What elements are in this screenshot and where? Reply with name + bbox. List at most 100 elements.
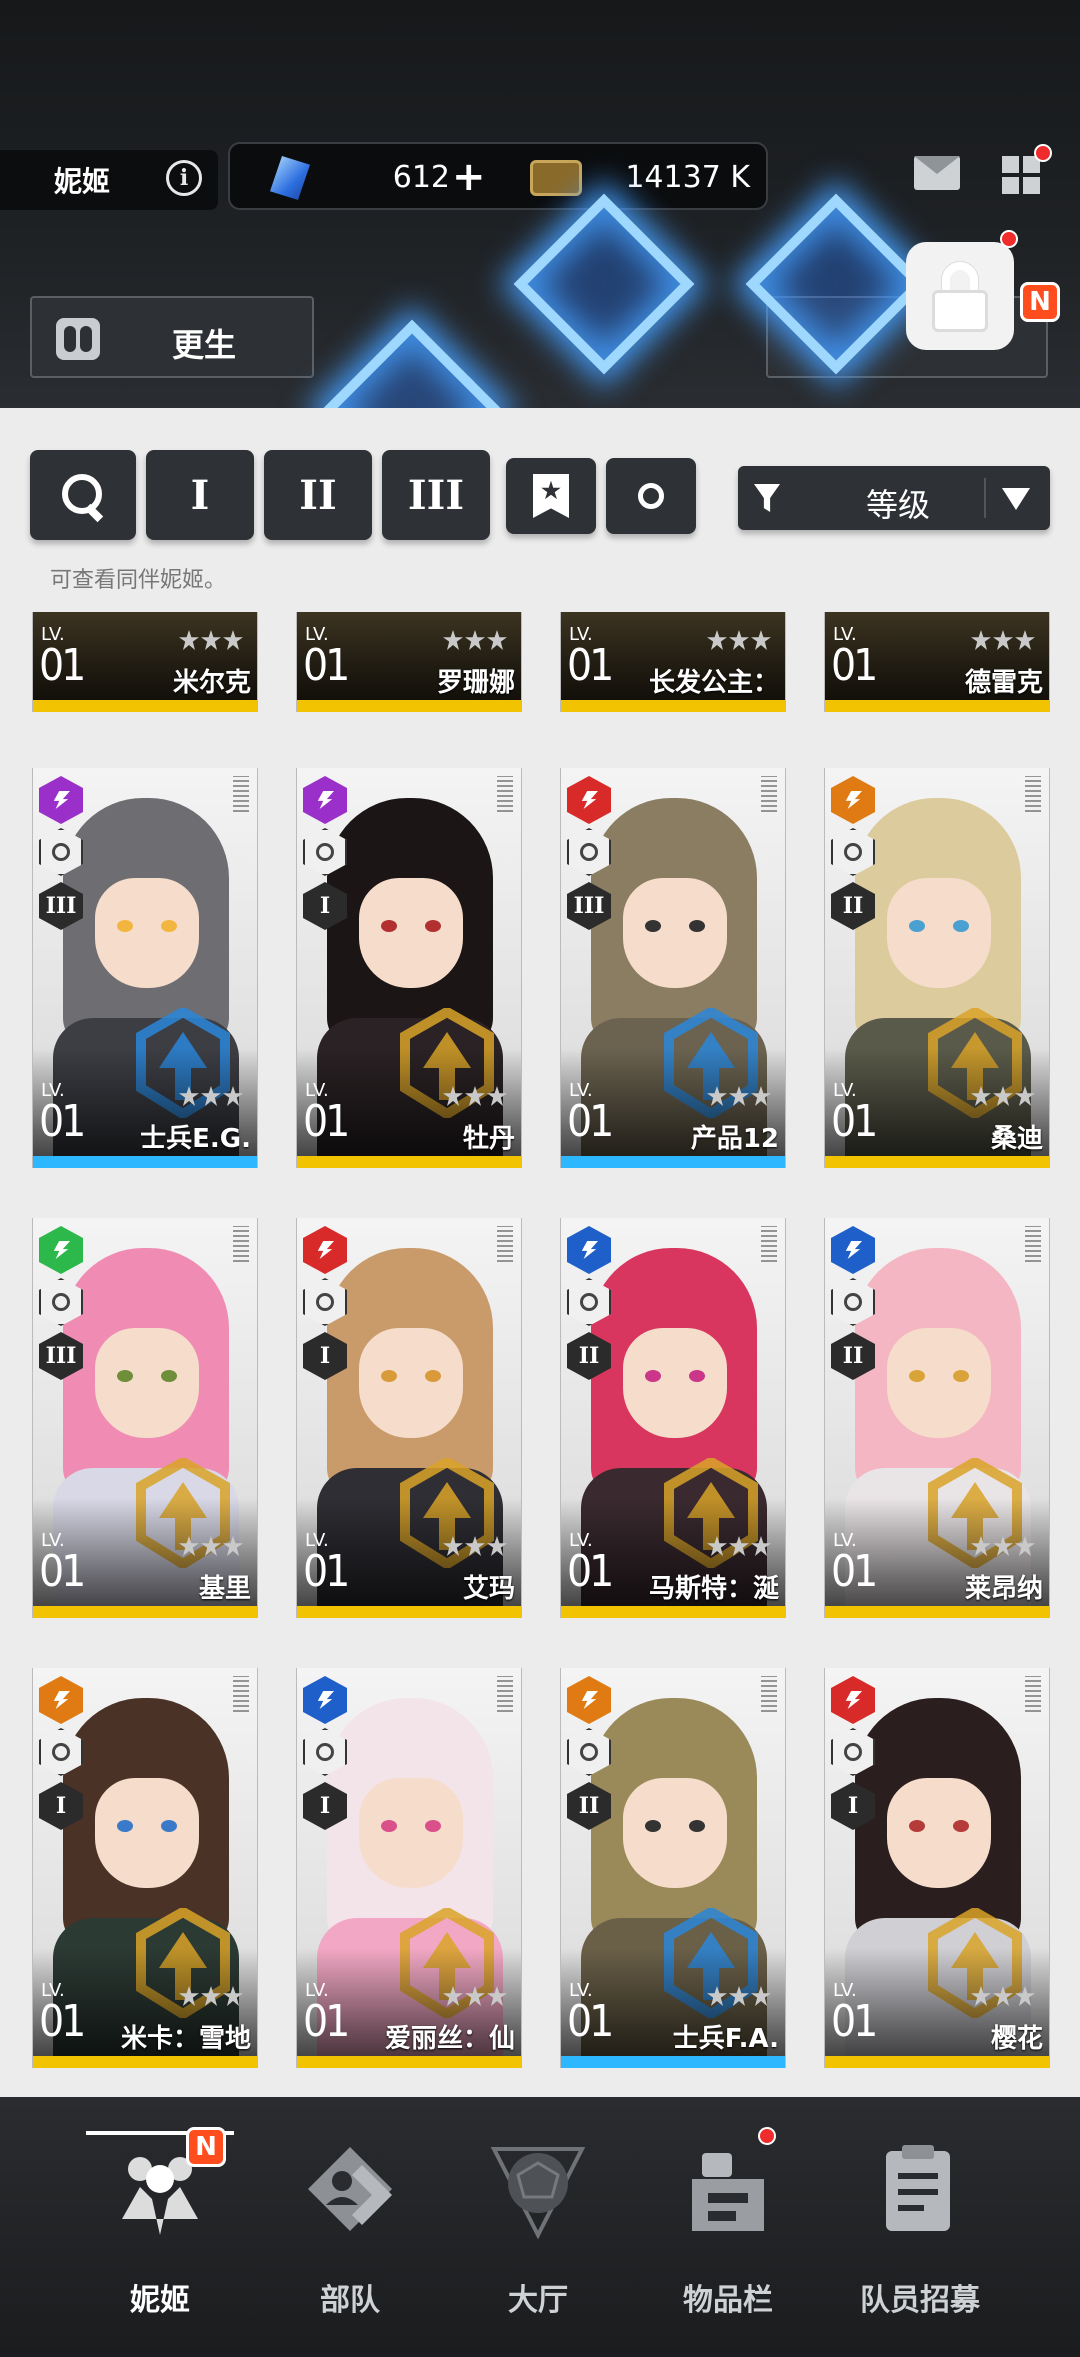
nav-label: 大厅 bbox=[508, 2283, 568, 2318]
character-name: 罗珊娜 bbox=[436, 668, 515, 698]
notification-dot bbox=[1034, 144, 1052, 162]
inventory-icon bbox=[692, 2153, 764, 2231]
favorite-filter-button[interactable]: ★ bbox=[506, 458, 596, 534]
barcode-decoration bbox=[497, 1226, 513, 1262]
level-value: 01 bbox=[303, 1996, 350, 2047]
star-icon bbox=[971, 1086, 991, 1106]
rarity-bar bbox=[825, 2056, 1049, 2068]
star-icon bbox=[729, 1536, 749, 1556]
nav-label: 物品栏 bbox=[683, 2283, 773, 2318]
rarity-bar bbox=[825, 1156, 1049, 1168]
bottom-nav: N 妮姬 部队 大厅 物品栏 队员招募 bbox=[0, 2097, 1080, 2357]
star-rating bbox=[179, 1536, 243, 1556]
level-value: 01 bbox=[567, 1996, 614, 2047]
star-icon bbox=[1015, 1986, 1035, 2006]
burst-tier-1-filter[interactable]: I bbox=[146, 450, 254, 540]
star-icon bbox=[223, 630, 243, 650]
rarity-bar bbox=[297, 1606, 521, 1618]
star-icon bbox=[1015, 1086, 1035, 1106]
star-rating bbox=[443, 1536, 507, 1556]
gem-count: 612 bbox=[392, 160, 450, 195]
star-icon bbox=[707, 630, 727, 650]
burst-tier-3-filter[interactable]: III bbox=[382, 450, 490, 540]
page-title: 妮姬 bbox=[54, 165, 111, 198]
info-icon[interactable]: i bbox=[166, 160, 202, 196]
nav-label: 妮姬 bbox=[130, 2283, 190, 2318]
rarity-bar bbox=[825, 700, 1049, 712]
nav-inventory[interactable]: 物品栏 bbox=[628, 2127, 828, 2327]
star-rating bbox=[707, 1086, 771, 1106]
nikke-card[interactable]: II LV. 01 士兵F.A. bbox=[560, 1668, 786, 2068]
rarity-bar bbox=[297, 2056, 521, 2068]
credit-icon bbox=[530, 160, 582, 196]
character-name: 米卡：雪地 bbox=[120, 2024, 251, 2054]
recruit-icon bbox=[886, 2145, 950, 2231]
character-name: 米尔克 bbox=[172, 668, 251, 698]
toggle-filter-button[interactable] bbox=[606, 458, 696, 534]
lobby-icon bbox=[490, 2147, 586, 2239]
level-value: 01 bbox=[831, 1996, 878, 2047]
star-icon bbox=[971, 630, 991, 650]
menu-grid-icon[interactable] bbox=[1002, 156, 1040, 194]
star-icon bbox=[179, 1536, 199, 1556]
level-value: 01 bbox=[567, 1546, 614, 1597]
star-rating bbox=[971, 630, 1035, 650]
nav-recruit[interactable]: 队员招募 bbox=[820, 2127, 1020, 2327]
nikke-card[interactable]: I LV. 01 艾玛 bbox=[296, 1218, 522, 1618]
character-name: 德雷克 bbox=[964, 668, 1043, 698]
barcode-decoration bbox=[497, 1676, 513, 1712]
nav-lobby[interactable]: 大厅 bbox=[438, 2127, 638, 2327]
star-icon bbox=[179, 1086, 199, 1106]
nav-label: 队员招募 bbox=[860, 2283, 980, 2318]
star-rating bbox=[179, 1086, 243, 1106]
barcode-decoration bbox=[761, 1676, 777, 1712]
nav-nikke[interactable]: N 妮姬 bbox=[60, 2127, 260, 2327]
star-icon bbox=[487, 1086, 507, 1106]
level-value: 01 bbox=[831, 1546, 878, 1597]
star-icon bbox=[443, 1986, 463, 2006]
star-icon bbox=[751, 1986, 771, 2006]
barcode-decoration bbox=[233, 1676, 249, 1712]
nikke-card[interactable]: III LV. 01 士兵E.G. bbox=[32, 768, 258, 1168]
top-header: 妮姬 i 612 + 14137 K 更生 N bbox=[0, 0, 1080, 408]
star-icon bbox=[729, 1086, 749, 1106]
burst-tier-2-filter[interactable]: II bbox=[264, 450, 372, 540]
nikke-card[interactable]: III LV. 01 产品12 bbox=[560, 768, 786, 1168]
nav-squad[interactable]: 部队 bbox=[250, 2127, 450, 2327]
mail-icon[interactable] bbox=[914, 156, 960, 190]
search-button[interactable] bbox=[30, 450, 136, 540]
lock-button[interactable] bbox=[906, 242, 1014, 350]
character-name: 艾玛 bbox=[462, 1574, 515, 1604]
nikke-card[interactable]: LV. 01 米尔克 bbox=[32, 612, 258, 712]
nikke-card[interactable]: II LV. 01 桑迪 bbox=[824, 768, 1050, 1168]
level-value: 01 bbox=[831, 640, 878, 691]
star-rating bbox=[443, 630, 507, 650]
nikke-card[interactable]: II LV. 01 莱昂纳 bbox=[824, 1218, 1050, 1618]
nikke-card[interactable]: LV. 01 罗珊娜 bbox=[296, 612, 522, 712]
nikke-card[interactable]: LV. 01 长发公主： bbox=[560, 612, 786, 712]
star-icon bbox=[201, 630, 221, 650]
character-name: 爱丽丝：仙 bbox=[384, 2024, 515, 2054]
character-name: 桑迪 bbox=[990, 1124, 1043, 1154]
rebirth-button[interactable]: 更生 bbox=[30, 296, 314, 378]
new-badge: N bbox=[186, 2127, 226, 2167]
star-rating bbox=[971, 1536, 1035, 1556]
sort-dropdown[interactable]: 等级 bbox=[738, 466, 1050, 530]
star-rating bbox=[707, 1536, 771, 1556]
search-icon bbox=[62, 474, 104, 516]
nikke-card[interactable]: I LV. 01 牡丹 bbox=[296, 768, 522, 1168]
level-value: 01 bbox=[831, 1096, 878, 1147]
star-icon bbox=[443, 1086, 463, 1106]
nikke-card[interactable]: I LV. 01 樱花 bbox=[824, 1668, 1050, 2068]
character-name: 基里 bbox=[198, 1574, 251, 1604]
barcode-decoration bbox=[1025, 776, 1041, 812]
nikke-card[interactable]: II LV. 01 马斯特：涎 bbox=[560, 1218, 786, 1618]
nikke-card[interactable]: III LV. 01 基里 bbox=[32, 1218, 258, 1618]
nikke-card[interactable]: LV. 01 德雷克 bbox=[824, 612, 1050, 712]
add-gems-button[interactable]: + bbox=[452, 154, 486, 200]
nikke-card[interactable]: I LV. 01 爱丽丝：仙 bbox=[296, 1668, 522, 2068]
star-icon bbox=[993, 630, 1013, 650]
star-icon bbox=[179, 630, 199, 650]
star-icon bbox=[179, 1986, 199, 2006]
nikke-card[interactable]: I LV. 01 米卡：雪地 bbox=[32, 1668, 258, 2068]
